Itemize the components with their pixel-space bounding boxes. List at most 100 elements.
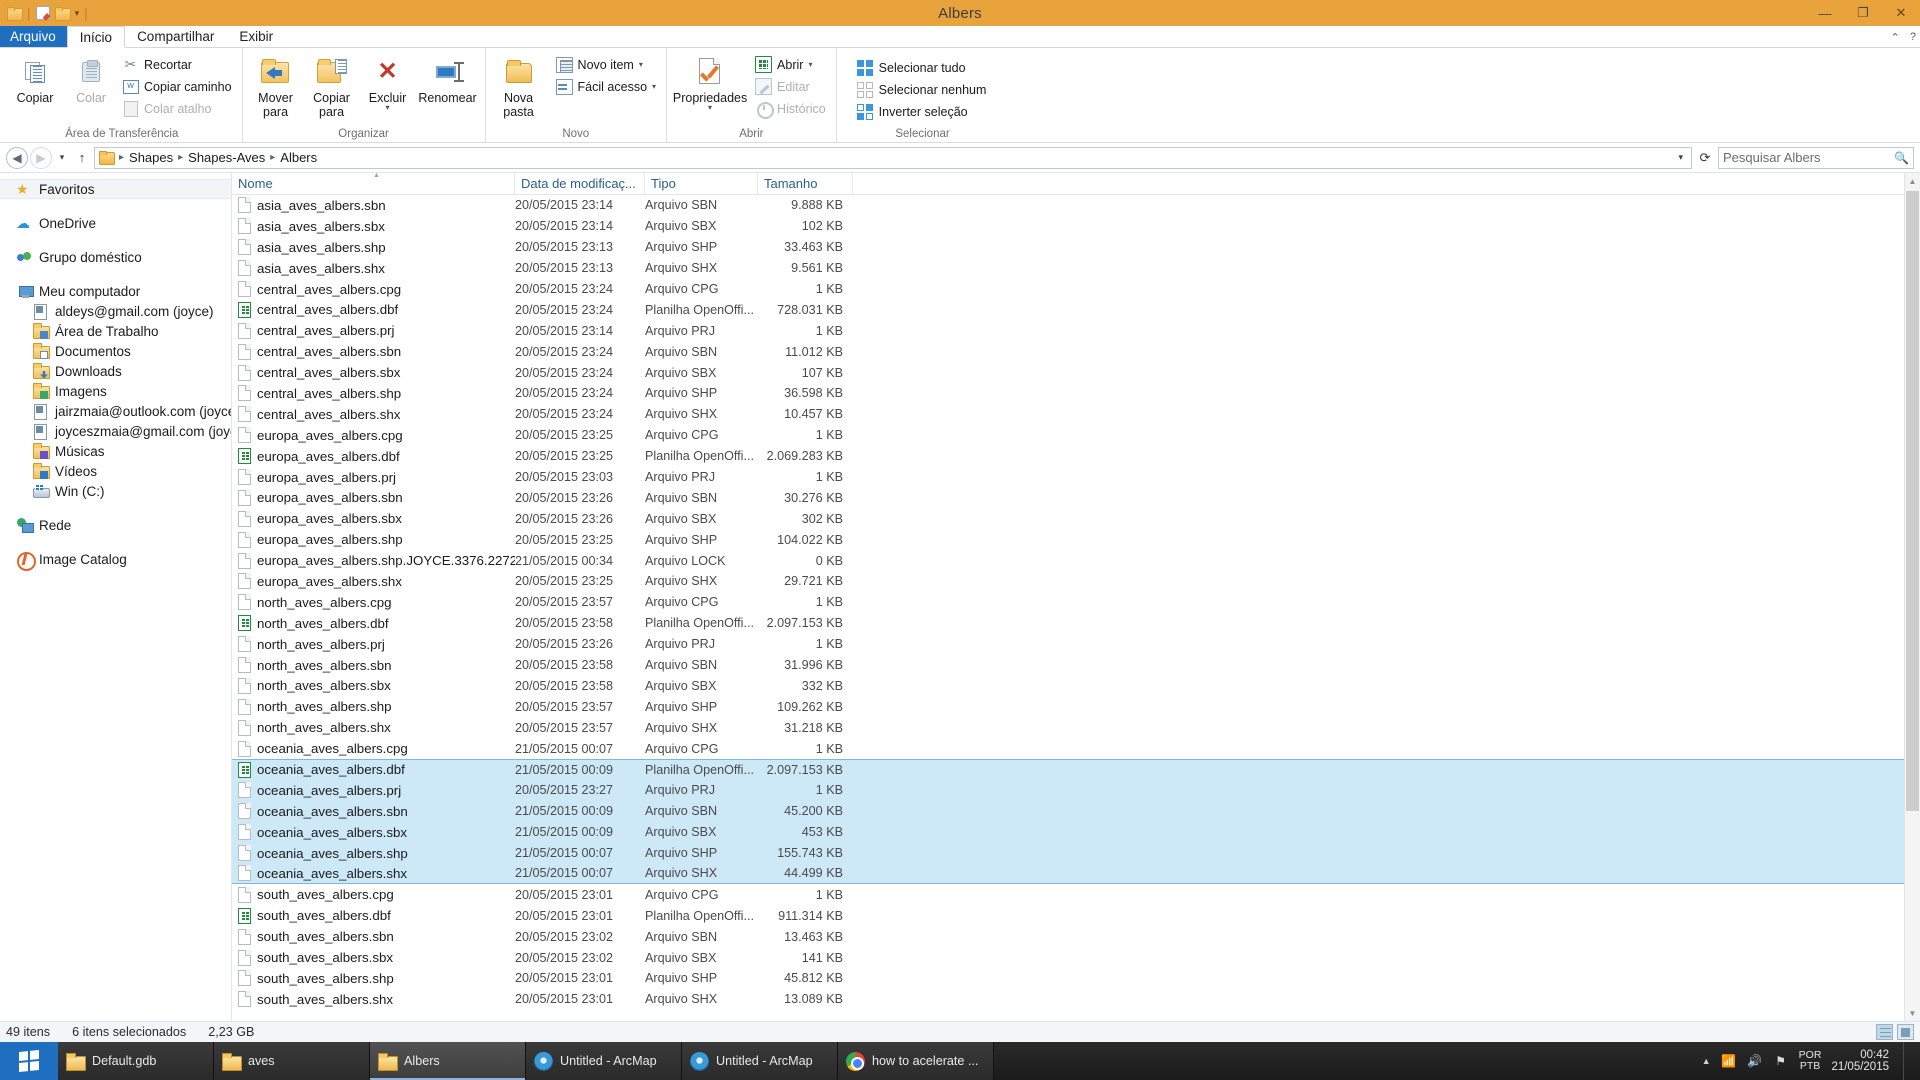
maximize-button[interactable]: ❐ bbox=[1844, 0, 1882, 26]
file-name-cell[interactable]: south_aves_albers.dbf bbox=[232, 907, 515, 924]
table-row[interactable]: central_aves_albers.dbf 20/05/2015 23:24 P… bbox=[232, 299, 1920, 320]
table-row[interactable]: europa_aves_albers.sbn 20/05/2015 23:26 Ar… bbox=[232, 487, 1920, 508]
search-box[interactable]: Pesquisar Albers 🔍 bbox=[1718, 146, 1914, 169]
file-name-cell[interactable]: central_aves_albers.prj bbox=[232, 322, 515, 339]
sidebar-item-joyceszmaia-gmail[interactable]: joyceszmaia@gmail.com (joyce) bbox=[0, 421, 231, 441]
minimize-button[interactable]: — bbox=[1806, 0, 1844, 26]
volume-tray-icon[interactable]: 🔊 bbox=[1747, 1053, 1763, 1069]
details-view-icon[interactable] bbox=[1876, 1024, 1893, 1040]
recent-locations-button[interactable]: ▾ bbox=[54, 147, 70, 169]
breadcrumb-separator[interactable]: ▸ bbox=[176, 152, 185, 163]
invert-selection-button[interactable]: Inverter seleção bbox=[855, 101, 991, 122]
file-name-cell[interactable]: oceania_aves_albers.dbf bbox=[232, 761, 515, 778]
file-name-cell[interactable]: europa_aves_albers.sbn bbox=[232, 489, 515, 506]
column-header-type[interactable]: Tipo bbox=[645, 173, 758, 194]
folder-icon[interactable] bbox=[99, 151, 115, 165]
show-hidden-icons-icon[interactable]: ▲ bbox=[1702, 1056, 1711, 1066]
table-row[interactable]: central_aves_albers.cpg 20/05/2015 23:24 A… bbox=[232, 279, 1920, 300]
file-name-cell[interactable]: central_aves_albers.shx bbox=[232, 406, 515, 423]
new-folder-button[interactable]: Nova pasta bbox=[492, 51, 546, 120]
table-row[interactable]: europa_aves_albers.cpg 20/05/2015 23:25 Ar… bbox=[232, 425, 1920, 446]
taskbar-item[interactable]: Albers bbox=[370, 1042, 526, 1080]
move-to-button[interactable]: Mover para bbox=[249, 51, 303, 120]
chevron-down-icon[interactable]: ▾ bbox=[75, 8, 80, 19]
language-indicator[interactable]: POR PTB bbox=[1799, 1050, 1822, 1072]
table-row[interactable]: europa_aves_albers.shx 20/05/2015 23:25 Ar… bbox=[232, 571, 1920, 592]
sidebar-item-imagens[interactable]: Imagens bbox=[0, 381, 231, 401]
table-row[interactable]: europa_aves_albers.shp.JOYCE.3376.2272.s… bbox=[232, 550, 1920, 571]
scroll-down-icon[interactable]: ▼ bbox=[1905, 1005, 1920, 1021]
open-button[interactable]: Abrir ▾ bbox=[753, 54, 830, 75]
network-tray-icon[interactable]: 📶 bbox=[1721, 1053, 1737, 1069]
file-name-cell[interactable]: asia_aves_albers.shx bbox=[232, 260, 515, 277]
chevron-down-icon[interactable]: ▾ bbox=[808, 60, 812, 69]
file-name-cell[interactable]: central_aves_albers.shp bbox=[232, 385, 515, 402]
sidebar-item-rede[interactable]: Rede bbox=[0, 515, 231, 535]
breadcrumb-separator[interactable]: ▸ bbox=[117, 152, 126, 163]
file-name-cell[interactable]: europa_aves_albers.prj bbox=[232, 469, 515, 486]
table-row[interactable]: europa_aves_albers.sbx 20/05/2015 23:26 Ar… bbox=[232, 508, 1920, 529]
column-header-size[interactable]: Tamanho bbox=[758, 173, 853, 194]
table-row[interactable]: south_aves_albers.sbx 20/05/2015 23:02 Arq… bbox=[232, 947, 1920, 968]
file-name-cell[interactable]: south_aves_albers.shp bbox=[232, 970, 515, 987]
chevron-down-icon[interactable]: ▾ bbox=[639, 60, 643, 69]
file-name-cell[interactable]: europa_aves_albers.sbx bbox=[232, 510, 515, 527]
table-row[interactable]: europa_aves_albers.dbf 20/05/2015 23:25 Pl… bbox=[232, 446, 1920, 467]
file-name-cell[interactable]: oceania_aves_albers.sbx bbox=[232, 824, 515, 841]
breadcrumb[interactable]: ▸ Shapes ▸ Shapes-Aves ▸ Albers ▾ bbox=[94, 146, 1692, 169]
sidebar-item-favoritos[interactable]: ★ Favoritos bbox=[0, 179, 231, 199]
chevron-down-icon[interactable]: ▾ bbox=[1678, 152, 1687, 163]
file-name-cell[interactable]: central_aves_albers.cpg bbox=[232, 281, 515, 297]
table-row[interactable]: central_aves_albers.sbx 20/05/2015 23:24 A… bbox=[232, 362, 1920, 383]
show-desktop-button[interactable] bbox=[1903, 1042, 1910, 1080]
copy-path-button[interactable]: W Copiar caminho bbox=[120, 76, 236, 97]
sidebar-item-documentos[interactable]: Documentos bbox=[0, 341, 231, 361]
table-row[interactable]: oceania_aves_albers.sbx 21/05/2015 00:09 A… bbox=[232, 821, 1920, 843]
table-row[interactable]: north_aves_albers.dbf 20/05/2015 23:58 Pla… bbox=[232, 613, 1920, 634]
file-name-cell[interactable]: north_aves_albers.sbn bbox=[232, 657, 515, 674]
taskbar-item[interactable]: Default.gdb bbox=[58, 1042, 214, 1080]
tiles-view-icon[interactable] bbox=[1897, 1024, 1914, 1040]
file-name-cell[interactable]: south_aves_albers.shx bbox=[232, 991, 515, 1008]
table-row[interactable]: asia_aves_albers.shx 20/05/2015 23:13 Arqu… bbox=[232, 258, 1920, 279]
select-all-button[interactable]: Selecionar tudo bbox=[855, 57, 991, 78]
table-row[interactable]: south_aves_albers.shx 20/05/2015 23:01 Arq… bbox=[232, 989, 1920, 1010]
file-name-cell[interactable]: north_aves_albers.shp bbox=[232, 698, 515, 715]
table-row[interactable]: asia_aves_albers.shp 20/05/2015 23:13 Arqu… bbox=[232, 237, 1920, 258]
sidebar-item-jairzmaia-outlook[interactable]: jairzmaia@outlook.com (joyce) bbox=[0, 401, 231, 421]
sidebar-item-videos[interactable]: Vídeos bbox=[0, 461, 231, 481]
select-none-button[interactable]: Selecionar nenhum bbox=[855, 79, 991, 100]
sidebar-item-grupo-domestico[interactable]: Grupo doméstico bbox=[0, 247, 231, 267]
properties-icon[interactable] bbox=[35, 6, 50, 20]
table-row[interactable]: central_aves_albers.prj 20/05/2015 23:14 A… bbox=[232, 320, 1920, 341]
back-button[interactable]: ◀ bbox=[6, 146, 28, 169]
table-row[interactable]: oceania_aves_albers.sbn 21/05/2015 00:09 A… bbox=[232, 800, 1920, 822]
file-name-cell[interactable]: oceania_aves_albers.sbn bbox=[232, 803, 515, 820]
folder-icon[interactable] bbox=[7, 6, 23, 21]
table-row[interactable]: oceania_aves_albers.shx 21/05/2015 00:07 A… bbox=[232, 863, 1920, 885]
file-name-cell[interactable]: north_aves_albers.prj bbox=[232, 636, 515, 653]
sidebar-item-downloads[interactable]: Downloads bbox=[0, 361, 231, 381]
start-button[interactable] bbox=[0, 1042, 58, 1080]
sidebar-item-musicas[interactable]: Músicas bbox=[0, 441, 231, 461]
table-row[interactable]: north_aves_albers.prj 20/05/2015 23:26 Arq… bbox=[232, 634, 1920, 655]
chevron-down-icon[interactable]: ▾ bbox=[708, 104, 712, 112]
file-name-cell[interactable]: asia_aves_albers.sbn bbox=[232, 197, 515, 214]
breadcrumb-item-albers[interactable]: Albers bbox=[280, 150, 317, 165]
paste-button[interactable]: Colar bbox=[64, 51, 118, 105]
table-row[interactable]: north_aves_albers.shx 20/05/2015 23:57 Arq… bbox=[232, 717, 1920, 738]
copy-button[interactable]: Copiar bbox=[8, 51, 62, 105]
sidebar-item-win-c[interactable]: Win (C:) bbox=[0, 481, 231, 501]
sidebar-item-image-catalog[interactable]: Image Catalog bbox=[0, 549, 231, 571]
file-name-cell[interactable]: europa_aves_albers.shp.JOYCE.3376.2272.s… bbox=[232, 552, 515, 569]
table-row[interactable]: asia_aves_albers.sbx 20/05/2015 23:14 Arqu… bbox=[232, 216, 1920, 237]
table-row[interactable]: north_aves_albers.shp 20/05/2015 23:57 Arq… bbox=[232, 696, 1920, 717]
file-name-cell[interactable]: north_aves_albers.sbx bbox=[232, 677, 515, 694]
file-name-cell[interactable]: central_aves_albers.dbf bbox=[232, 301, 515, 318]
file-name-cell[interactable]: north_aves_albers.cpg bbox=[232, 594, 515, 611]
forward-button[interactable]: ▶ bbox=[30, 146, 52, 169]
breadcrumb-item-shapes-aves[interactable]: Shapes-Aves bbox=[188, 150, 265, 165]
file-name-cell[interactable]: central_aves_albers.sbx bbox=[232, 364, 515, 381]
tab-compartilhar[interactable]: Compartilhar bbox=[125, 26, 227, 47]
file-name-cell[interactable]: oceania_aves_albers.prj bbox=[232, 782, 515, 799]
